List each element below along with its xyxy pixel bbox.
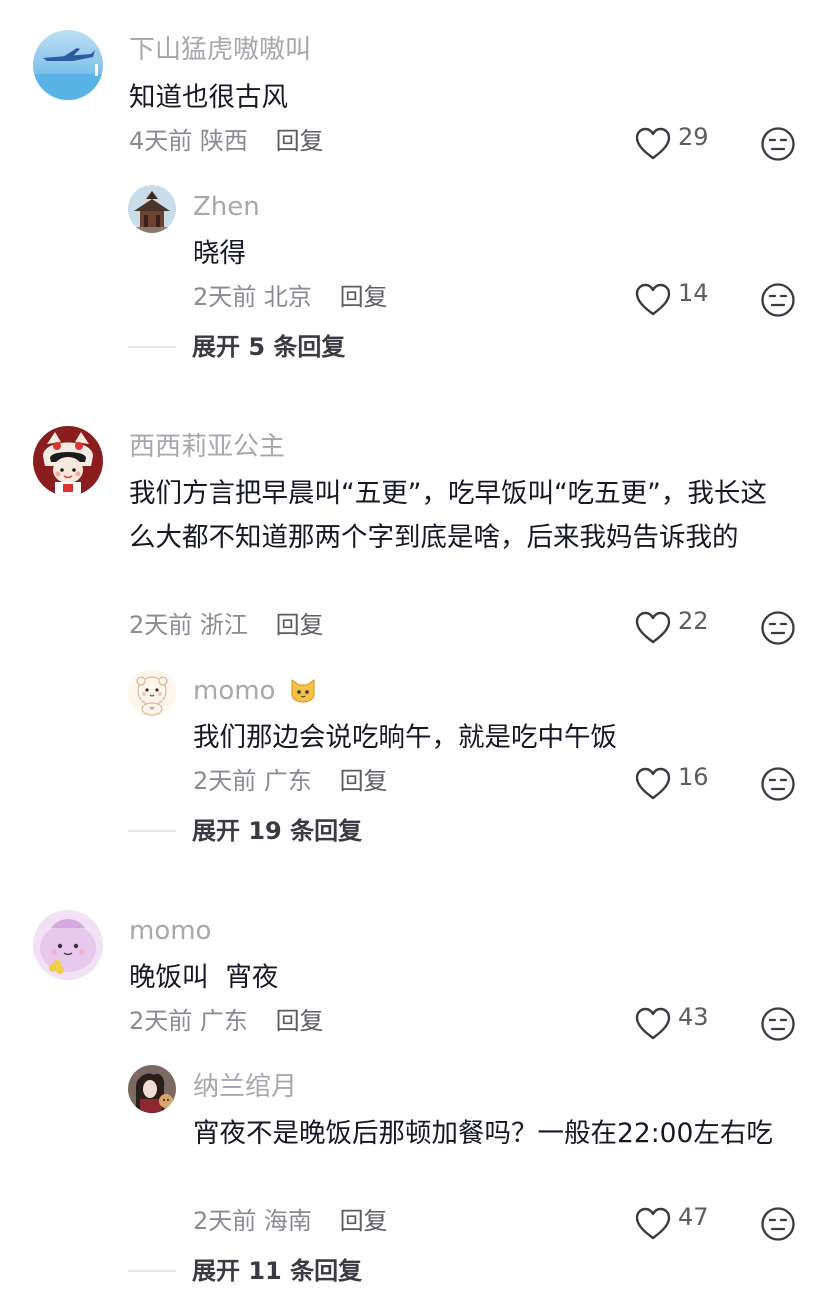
comment-location: 广东 <box>199 1007 248 1035</box>
reply-meta: 2天前 海南 回复 <box>193 1205 388 1237</box>
reply-location: 广东 <box>263 767 312 795</box>
comment-location: 浙江 <box>199 611 248 639</box>
heart-outline-icon <box>635 127 671 160</box>
divider-line <box>128 346 176 348</box>
user-avatar[interactable] <box>33 910 103 980</box>
comment-meta: 4天前 陕西 回复 <box>129 125 324 157</box>
reply-button[interactable]: 回复 <box>276 611 324 639</box>
replier-name-text: momo <box>193 676 276 706</box>
reply-button[interactable]: 回复 <box>276 127 324 155</box>
like-count: 43 <box>678 1003 709 1031</box>
reply-button[interactable]: 回复 <box>340 1207 388 1235</box>
like-count: 16 <box>678 763 709 791</box>
cat-emoji-icon <box>291 679 315 703</box>
like-button[interactable]: 29 <box>634 123 709 162</box>
like-button[interactable]: 47 <box>634 1203 709 1242</box>
neutral-face-icon[interactable] <box>760 126 796 162</box>
comment-meta: 2天前 浙江 回复 <box>129 609 324 641</box>
comment-meta: 2天前 广东 回复 <box>129 1005 324 1037</box>
replier-name[interactable]: momo <box>193 674 318 708</box>
divider-line <box>128 1270 176 1272</box>
comment-time: 2天前 <box>129 611 193 639</box>
reply-time: 2天前 <box>193 283 257 311</box>
reply-avatar[interactable] <box>128 185 176 233</box>
expand-replies-button[interactable]: 展开 19 条回复 <box>128 815 362 847</box>
comment-text: 知道也很古风 <box>129 82 288 113</box>
like-count: 22 <box>678 607 709 635</box>
reply-avatar[interactable] <box>128 669 176 717</box>
reply-text: 晓得 <box>193 238 246 269</box>
expand-replies-label: 展开 11 条回复 <box>192 1257 363 1285</box>
heart-outline-icon <box>635 283 671 316</box>
replier-name[interactable]: 纳兰绾月 <box>193 1070 297 1104</box>
reply-meta: 2天前 广东 回复 <box>193 765 388 797</box>
heart-outline-icon <box>635 1007 671 1040</box>
reply-location: 北京 <box>263 283 312 311</box>
neutral-face-icon[interactable] <box>760 610 796 646</box>
reply-button[interactable]: 回复 <box>276 1007 324 1035</box>
expand-replies-button[interactable]: 展开 11 条回复 <box>128 1255 362 1287</box>
like-button[interactable]: 14 <box>634 279 709 318</box>
like-button[interactable]: 16 <box>634 763 709 802</box>
neutral-face-icon[interactable] <box>760 1206 796 1242</box>
expand-replies-button[interactable]: 展开 5 条回复 <box>128 331 345 363</box>
like-count: 47 <box>678 1203 709 1231</box>
comment-text: 晚饭叫 宵夜 <box>129 962 279 993</box>
like-button[interactable]: 43 <box>634 1003 709 1042</box>
commenter-name[interactable]: momo <box>129 914 211 948</box>
reply-time: 2天前 <box>193 1207 257 1235</box>
replier-name[interactable]: Zhen <box>193 190 260 224</box>
user-avatar[interactable] <box>33 30 103 100</box>
reply-text: 我们那边会说吃晌午，就是吃中午饭 <box>193 722 617 753</box>
reply-time: 2天前 <box>193 767 257 795</box>
comment-time: 2天前 <box>129 1007 193 1035</box>
neutral-face-icon[interactable] <box>760 282 796 318</box>
heart-outline-icon <box>635 611 671 644</box>
reply-avatar[interactable] <box>128 1065 176 1113</box>
comment-text: 我们方言把早晨叫“五更”，吃早饭叫“吃五更”，我长这么大都不知道那两个字到底是啥… <box>129 478 767 553</box>
reply-button[interactable]: 回复 <box>340 283 388 311</box>
reply-text: 宵夜不是晚饭后那顿加餐吗？一般在22:00左右吃 <box>193 1118 773 1149</box>
comment-location: 陕西 <box>199 127 248 155</box>
commenter-name[interactable]: 下山猛虎嗷嗷叫 <box>129 33 311 67</box>
reply-meta: 2天前 北京 回复 <box>193 281 388 313</box>
like-count: 14 <box>678 279 709 307</box>
reply-location: 海南 <box>263 1207 312 1235</box>
reply-button[interactable]: 回复 <box>340 767 388 795</box>
divider-line <box>128 830 176 832</box>
commenter-name[interactable]: 西西莉亚公主 <box>129 430 285 464</box>
like-count: 29 <box>678 123 709 151</box>
heart-outline-icon <box>635 1207 671 1240</box>
like-button[interactable]: 22 <box>634 607 709 646</box>
heart-outline-icon <box>635 767 671 800</box>
expand-replies-label: 展开 19 条回复 <box>192 817 363 845</box>
neutral-face-icon[interactable] <box>760 1006 796 1042</box>
neutral-face-icon[interactable] <box>760 766 796 802</box>
user-avatar[interactable] <box>33 426 103 496</box>
expand-replies-label: 展开 5 条回复 <box>192 333 346 361</box>
comment-time: 4天前 <box>129 127 193 155</box>
